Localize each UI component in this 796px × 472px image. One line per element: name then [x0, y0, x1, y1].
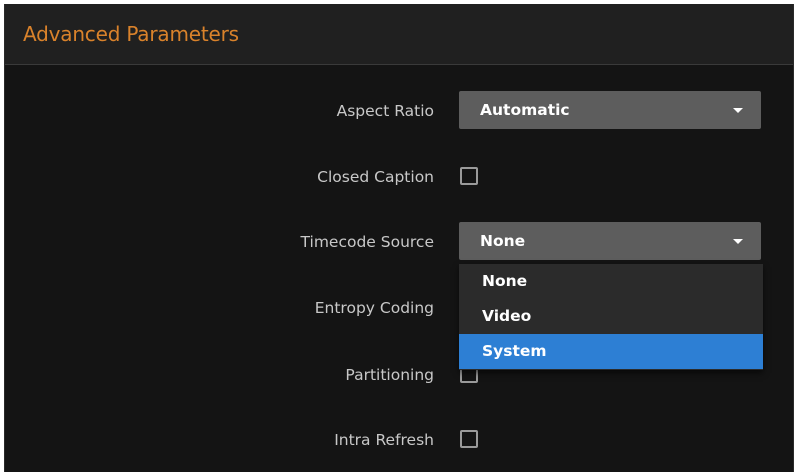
dropdown-option-none[interactable]: None — [459, 264, 763, 299]
timecode-source-row: Timecode Source None — [5, 222, 793, 262]
timecode-source-label: Timecode Source — [300, 233, 434, 251]
chevron-down-icon — [733, 108, 743, 113]
intra-refresh-row: Intra Refresh — [5, 420, 793, 460]
timecode-source-value: None — [480, 232, 526, 250]
closed-caption-label: Closed Caption — [317, 168, 434, 186]
dropdown-option-label: System — [482, 342, 547, 360]
dropdown-option-label: Video — [482, 307, 532, 325]
intra-refresh-checkbox[interactable] — [460, 430, 478, 448]
aspect-ratio-select[interactable]: Automatic — [459, 91, 761, 129]
aspect-ratio-label: Aspect Ratio — [336, 102, 434, 120]
aspect-ratio-value: Automatic — [480, 101, 570, 119]
panel-header: Advanced Parameters — [5, 4, 793, 65]
dropdown-option-label: None — [482, 272, 528, 290]
partitioning-label: Partitioning — [345, 366, 434, 384]
entropy-coding-label: Entropy Coding — [314, 299, 434, 317]
timecode-source-dropdown: None Video System — [459, 264, 763, 370]
advanced-parameters-panel: Advanced Parameters Aspect Ratio Automat… — [4, 4, 794, 472]
aspect-ratio-row: Aspect Ratio Automatic — [5, 91, 793, 131]
closed-caption-row: Closed Caption — [5, 157, 793, 197]
chevron-down-icon — [733, 239, 743, 244]
closed-caption-checkbox[interactable] — [460, 167, 478, 185]
panel-title: Advanced Parameters — [23, 22, 239, 46]
dropdown-option-video[interactable]: Video — [459, 299, 763, 334]
timecode-source-select[interactable]: None — [459, 222, 761, 260]
intra-refresh-label: Intra Refresh — [334, 431, 434, 449]
dropdown-option-system[interactable]: System — [459, 334, 763, 369]
